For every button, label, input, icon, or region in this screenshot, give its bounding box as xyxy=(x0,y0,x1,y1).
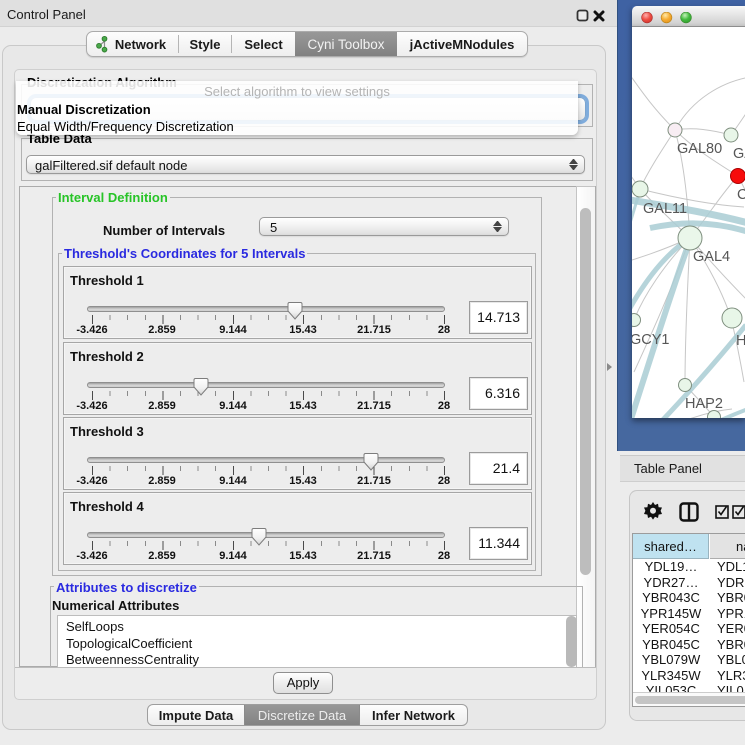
svg-text:C: C xyxy=(737,187,745,203)
svg-text:GAL80: GAL80 xyxy=(677,141,722,157)
svg-text:HAP2: HAP2 xyxy=(685,396,723,412)
svg-text:H: H xyxy=(736,333,745,349)
svg-text:GCY1: GCY1 xyxy=(632,332,670,348)
svg-text:GA: GA xyxy=(733,146,745,162)
svg-text:GAL4: GAL4 xyxy=(693,249,730,265)
svg-text:GAL11: GAL11 xyxy=(643,201,687,217)
